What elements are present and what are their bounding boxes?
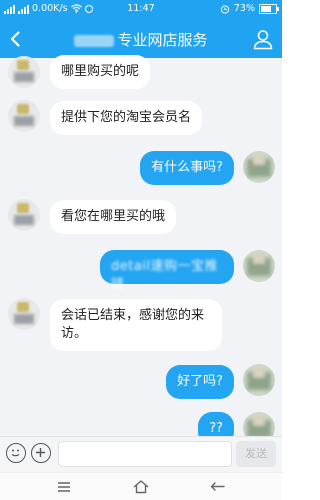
add-icon[interactable] bbox=[31, 443, 51, 463]
message-bubble: 看您在哪里买的哦 bbox=[50, 200, 177, 234]
battery-icon bbox=[259, 3, 279, 14]
page-title: 专业网店服务 bbox=[0, 29, 282, 50]
message-bubble: 会话已结束，感谢您的来访。 bbox=[50, 299, 222, 351]
message-bubble: 哪里购买的呢 bbox=[50, 55, 151, 89]
avatar[interactable] bbox=[8, 199, 40, 231]
message-input[interactable] bbox=[58, 441, 232, 467]
message-bubble: 好了吗? bbox=[166, 365, 234, 399]
shop-name-redacted bbox=[74, 34, 115, 47]
redacted-link[interactable]: detail速购一宝推链 bbox=[111, 258, 223, 294]
menu-icon[interactable] bbox=[54, 477, 74, 497]
message-bubble[interactable]: detail速购一宝推链 bbox=[100, 250, 234, 292]
nav-bar: 专业网店服务 bbox=[0, 20, 282, 58]
emoji-icon[interactable] bbox=[6, 443, 26, 463]
avatar[interactable] bbox=[8, 298, 40, 330]
avatar[interactable] bbox=[8, 56, 40, 88]
chat-screen: 0.00K/s 11:47 73% 专业网店服务 哪里购买的呢 提供下您的淘宝会… bbox=[0, 0, 282, 500]
message-bubble: 有什么事吗? bbox=[140, 151, 234, 185]
home-icon[interactable] bbox=[131, 477, 151, 497]
input-bar: 发送 bbox=[0, 436, 282, 473]
avatar[interactable] bbox=[243, 250, 275, 282]
send-button[interactable]: 发送 bbox=[236, 441, 276, 467]
avatar[interactable] bbox=[243, 364, 275, 396]
status-bar: 0.00K/s 11:47 73% bbox=[0, 0, 282, 20]
return-icon[interactable] bbox=[208, 477, 228, 497]
message-bubble: 提供下您的淘宝会员名 bbox=[50, 101, 203, 135]
alarm-icon bbox=[220, 4, 229, 14]
user-icon[interactable] bbox=[252, 28, 274, 50]
avatar[interactable] bbox=[8, 100, 40, 132]
system-nav-bar bbox=[0, 472, 282, 500]
avatar[interactable] bbox=[243, 151, 275, 183]
battery-percent: 73% bbox=[233, 3, 255, 14]
